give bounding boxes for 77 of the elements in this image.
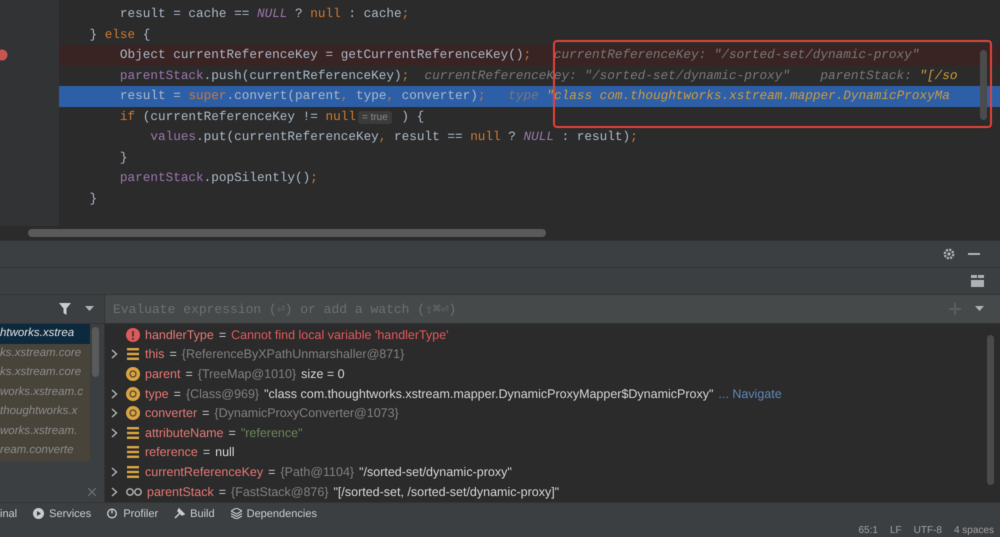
object-reference: {Path@1104} xyxy=(280,464,354,479)
tool-window-tab[interactable]: Profiler xyxy=(107,508,158,520)
variable-value: null xyxy=(215,445,235,460)
tool-window-tab[interactable]: inal xyxy=(0,508,18,520)
tool-window-tab[interactable]: Services xyxy=(33,508,92,520)
layout-icon[interactable] xyxy=(971,275,984,287)
tool-window-tab[interactable]: Build xyxy=(174,508,215,520)
parameter-icon xyxy=(126,406,140,420)
status-item[interactable]: 65:1 xyxy=(858,524,878,537)
error-message: Cannot find local variable 'handlerType' xyxy=(231,328,449,342)
equals-sign: = xyxy=(268,464,276,479)
equals-sign: = xyxy=(185,366,193,381)
stack-frame[interactable]: thoughtworks.x xyxy=(0,402,90,422)
status-item[interactable]: UTF-8 xyxy=(914,524,942,537)
equals-sign: = xyxy=(202,406,210,420)
variable-value: "[/sorted-set, /sorted-set/dynamic-proxy]" xyxy=(334,484,560,499)
stack-frame[interactable]: ks.xstream.core xyxy=(0,344,90,363)
field-icon xyxy=(126,426,140,439)
scrollbar-thumb[interactable] xyxy=(92,327,99,377)
navigate-link[interactable]: ... Navigate xyxy=(718,386,782,401)
code-line: values.put(currentReferenceKey, result == null ? NULL : result); xyxy=(149,128,639,146)
object-reference: {FastStack@876} xyxy=(231,484,328,499)
stack-frame[interactable]: ream.converte xyxy=(0,441,90,460)
stack-frame[interactable]: works.xstream. xyxy=(0,422,90,441)
parameter-icon xyxy=(126,386,140,401)
stack-frame[interactable]: htworks.xstrea xyxy=(0,324,90,344)
code-line: } xyxy=(118,148,129,166)
variable-name: parent xyxy=(145,366,180,381)
filter-icon[interactable] xyxy=(59,303,71,315)
field-icon xyxy=(126,466,140,478)
variable-name: type xyxy=(145,386,169,401)
status-item[interactable]: LF xyxy=(890,524,902,537)
status-item[interactable]: 4 spaces xyxy=(954,524,994,537)
object-reference: {DynamicProxyConverter@1073} xyxy=(214,406,399,420)
dropdown-caret-icon[interactable] xyxy=(85,306,94,312)
object-reference: {Class@969} xyxy=(186,386,260,401)
object-reference: {ReferenceByXPathUnmarshaller@871} xyxy=(182,347,404,362)
parameter-icon xyxy=(126,366,140,381)
variable-name: parentStack xyxy=(147,484,214,499)
scrollbar-thumb[interactable] xyxy=(987,335,994,485)
variable-name: converter xyxy=(145,406,198,420)
variable-value: "class com.thoughtworks.xstream.mapper.DynamicProxyMapper$DynamicProxy" xyxy=(264,386,714,401)
variable-name: attributeName xyxy=(145,426,224,440)
variable-name: handlerType xyxy=(145,328,214,342)
error-icon xyxy=(126,328,140,342)
equals-sign: = xyxy=(228,426,236,440)
code-line: } else { xyxy=(88,26,152,44)
hammer-icon xyxy=(174,508,186,519)
field-icon xyxy=(126,446,140,458)
equals-sign: = xyxy=(202,445,210,460)
object-reference: {TreeMap@1010} xyxy=(198,366,296,381)
equals-sign: = xyxy=(218,328,226,342)
settings-icon[interactable] xyxy=(942,247,956,261)
stack-frame[interactable]: ks.xstream.core xyxy=(0,363,90,382)
field-icon xyxy=(126,348,140,360)
code-line: if (currentReferenceKey != null = true ) { xyxy=(118,108,426,126)
variable-name: currentReferenceKey xyxy=(145,464,264,479)
play-icon xyxy=(33,508,44,519)
variable-name: this xyxy=(145,347,164,362)
equals-sign: = xyxy=(218,484,226,499)
layers-icon xyxy=(230,508,242,519)
glasses-icon xyxy=(126,488,142,496)
scrollbar-thumb[interactable] xyxy=(980,50,987,120)
variable-value: size = 0 xyxy=(301,366,345,381)
stack-frame[interactable]: works.xstream.c xyxy=(0,382,90,402)
equals-sign: = xyxy=(174,386,181,401)
string-value: "reference" xyxy=(240,426,303,440)
gauge-icon xyxy=(107,508,118,519)
scrollbar-thumb[interactable] xyxy=(28,229,546,237)
variable-value: "/sorted-set/dynamic-proxy" xyxy=(359,464,512,479)
equals-sign: = xyxy=(169,347,177,362)
code-line: result = cache == NULL ? null : cache; xyxy=(118,5,410,23)
dropdown-caret-icon[interactable] xyxy=(975,306,984,312)
code-line: parentStack.popSilently(); xyxy=(118,169,319,187)
code-line: } xyxy=(88,190,98,208)
tool-window-tab[interactable]: Dependencies xyxy=(230,508,317,520)
variable-name: reference xyxy=(145,445,198,460)
